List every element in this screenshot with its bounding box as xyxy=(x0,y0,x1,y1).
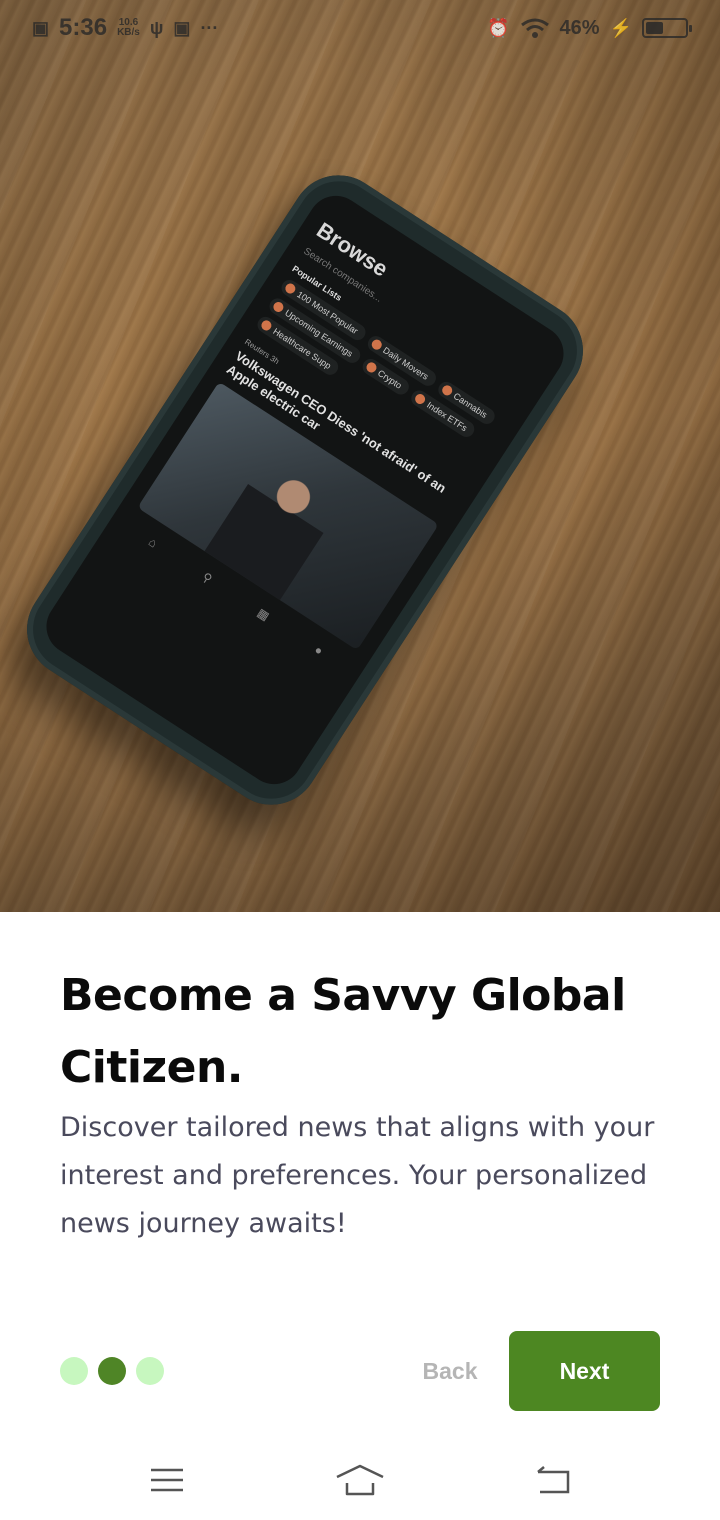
onboarding-controls: Back Next xyxy=(60,1331,660,1411)
chip-icon xyxy=(259,318,274,333)
chip-icon xyxy=(271,300,286,314)
network-speed: 10.6 KB/s xyxy=(117,18,140,38)
phone-nav-news-icon: ▦ xyxy=(254,605,272,624)
battery-percent: 46% xyxy=(559,16,600,39)
status-time: 5:36 xyxy=(59,14,108,41)
page-indicator xyxy=(60,1357,164,1385)
phone-nav-home-icon: ⌂ xyxy=(145,534,160,551)
network-speed-unit: KB/s xyxy=(117,27,140,38)
more-notifications-icon: ··· xyxy=(200,17,219,38)
phone-nav-search-icon: ⚲ xyxy=(199,569,215,587)
app-notification-icon: ▣ xyxy=(173,17,191,38)
battery-level xyxy=(646,22,664,34)
back-button[interactable]: Back xyxy=(400,1331,500,1411)
hero-image: Browse Search companies... Popular Lists… xyxy=(0,0,720,912)
onboarding-title: Become a Savvy Global Citizen. xyxy=(60,970,626,1093)
wifi-icon xyxy=(520,18,549,38)
usb-icon: ψ xyxy=(149,17,164,38)
alarm-icon: ⏰ xyxy=(487,17,510,38)
chip-icon xyxy=(369,337,384,352)
menu-icon[interactable] xyxy=(137,1460,197,1500)
battery-icon xyxy=(642,18,692,38)
chip-icon xyxy=(364,360,379,375)
next-button[interactable]: Next xyxy=(509,1331,660,1411)
onboarding-content: Become a Savvy Global Citizen. Discover … xyxy=(60,960,660,1248)
phone-nav-profile-icon: ● xyxy=(311,642,326,659)
status-bar-left: ▣ 5:36 10.6 KB/s ψ ▣ ··· xyxy=(32,14,218,42)
phone-news-photo xyxy=(137,381,439,651)
system-nav-bar xyxy=(0,1440,720,1520)
page-dot-active xyxy=(98,1357,126,1385)
charging-icon: ⚡ xyxy=(609,17,632,38)
page-dot xyxy=(136,1357,164,1385)
chip-icon xyxy=(283,281,298,296)
page-dot xyxy=(60,1357,88,1385)
status-bar: ▣ 5:36 10.6 KB/s ψ ▣ ··· ⏰ 46% ⚡ xyxy=(0,0,720,56)
home-icon[interactable] xyxy=(330,1460,390,1500)
status-bar-right: ⏰ 46% ⚡ xyxy=(487,16,692,40)
back-icon[interactable] xyxy=(523,1460,583,1500)
chip-icon xyxy=(413,392,428,406)
onboarding-description: Discover tailored news that aligns with … xyxy=(60,1112,655,1239)
chip-icon xyxy=(439,383,454,398)
sim-off-icon: ▣ xyxy=(32,17,50,38)
